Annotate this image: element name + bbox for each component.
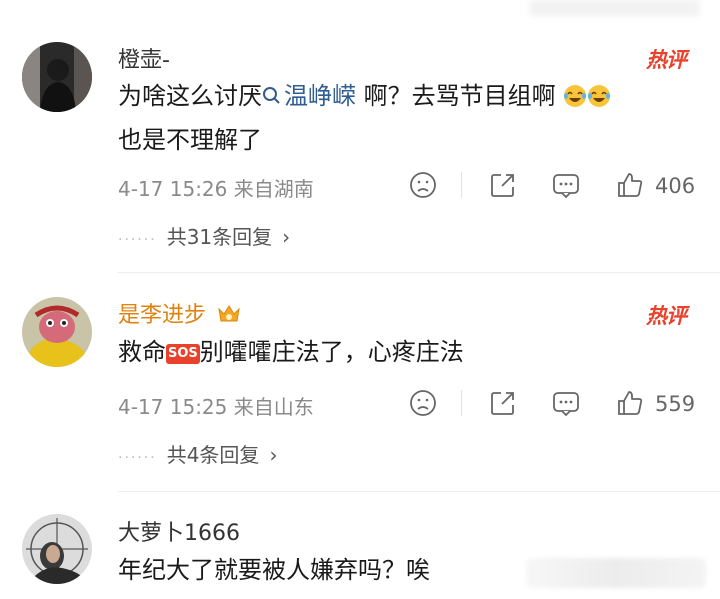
comment-text-line2: 也是不理解了 — [118, 126, 262, 154]
dots-decoration: ······ — [118, 232, 157, 248]
chevron-right-icon: › — [269, 443, 278, 467]
share-icon[interactable] — [488, 388, 518, 418]
search-icon — [263, 87, 280, 104]
avatar[interactable] — [22, 297, 92, 367]
replies-label[interactable]: 共31条回复 — [167, 225, 272, 249]
crown-badge-icon — [217, 303, 241, 331]
chevron-right-icon: › — [282, 225, 291, 249]
hot-comment-tag: 热评 — [646, 48, 687, 72]
sos-emoji: SOS — [166, 344, 200, 364]
comment-text-part: 啊？去骂节目组啊 — [356, 82, 556, 110]
comment-text: 年纪大了就要被人嫌弃吗？唉 — [118, 556, 430, 584]
laugh-cry-emoji — [563, 80, 587, 120]
avatar[interactable] — [22, 42, 92, 112]
dislike-icon[interactable] — [408, 388, 438, 418]
comment-icon[interactable] — [551, 388, 581, 418]
blurred-header-fragment — [530, 0, 700, 16]
comment-divider — [118, 491, 720, 492]
dislike-icon[interactable] — [408, 170, 438, 200]
comment-text: 为啥这么讨厌 温峥嵘 啊？去骂节目组啊 也是不理解了 — [118, 76, 611, 160]
comment-meta: 4-17 15:26 来自湖南 — [118, 177, 314, 201]
divider — [461, 172, 462, 198]
search-term[interactable]: 温峥嵘 — [284, 82, 356, 110]
username[interactable]: 大萝卜1666 — [118, 515, 240, 547]
avatar[interactable] — [22, 514, 92, 584]
search-link[interactable]: 温峥嵘 — [262, 82, 356, 110]
like-icon[interactable] — [615, 170, 645, 200]
view-replies-link[interactable]: ······ 共4条回复 › — [118, 439, 277, 468]
like-count: 406 — [655, 174, 696, 198]
username[interactable]: 橙壶- — [118, 42, 170, 74]
like-count: 559 — [655, 392, 696, 416]
comment-text-part: 救命 — [118, 338, 166, 366]
laugh-cry-emoji — [587, 80, 611, 120]
view-replies-link[interactable]: ······ 共31条回复 › — [118, 221, 290, 250]
hot-comment-tag: 热评 — [646, 304, 687, 328]
blurred-watermark — [526, 558, 706, 588]
divider — [461, 390, 462, 416]
replies-label[interactable]: 共4条回复 — [167, 443, 260, 467]
comment-divider — [118, 272, 720, 273]
comment-text-part: 别嚯嚯庄法了，心疼庄法 — [199, 338, 464, 366]
comment-icon[interactable] — [551, 170, 581, 200]
like-icon[interactable] — [615, 388, 645, 418]
username-text[interactable]: 是李进步 — [118, 303, 206, 328]
share-icon[interactable] — [488, 170, 518, 200]
comment-meta: 4-17 15:25 来自山东 — [118, 395, 314, 419]
comment-text: 救命 SOS别嚯嚯庄法了，心疼庄法 — [118, 332, 464, 372]
dots-decoration: ······ — [118, 450, 157, 466]
comment-text-part: 为啥这么讨厌 — [118, 82, 262, 110]
username[interactable]: 是李进步 — [118, 297, 241, 331]
